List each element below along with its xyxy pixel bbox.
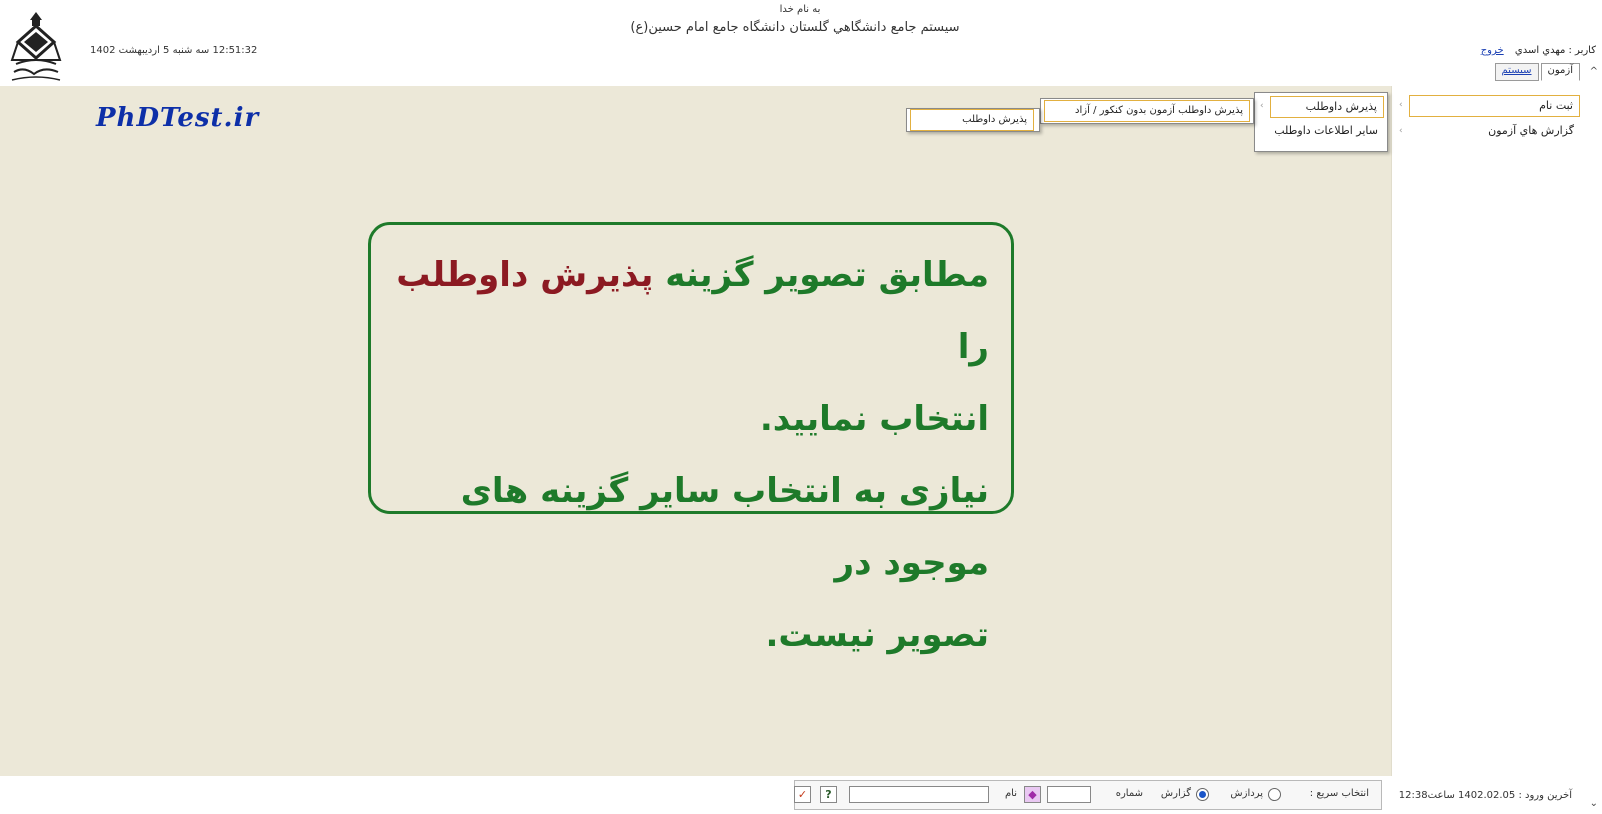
right-menu-panel [1391,86,1585,806]
menu-item-other-candidate-info[interactable]: ساير اطلاعات داوطلب [1260,121,1384,143]
menu-item-candidate-admission[interactable]: پذيرش داوطلب [1270,96,1384,118]
instruction-line-1: مطابق تصویر گزینه پذیرش داوطلب را [396,255,989,367]
logout-link[interactable]: خروج [1481,45,1504,56]
instruction-line-3: نیازی به انتخاب سایر گزینه های موجود در [460,471,989,583]
system-title: سيستم جامع دانشگاهي گلستان دانشگاه جامع … [630,20,960,35]
radio-report-label: گزارش [1160,788,1191,799]
help-icon[interactable]: ? [820,786,837,803]
chevron-down-icon[interactable]: ⌄ [1590,798,1598,809]
lookup-icon[interactable]: ◆ [1024,786,1041,803]
page-header: به نام خدا سيستم جامع دانشگاهي گلستان دا… [0,0,1602,82]
watermark-logo: PhDTest.ir [96,103,260,133]
tab-system[interactable]: سيستم [1494,63,1539,81]
menu-item-exam-reports[interactable]: گزارش هاي آزمون [1409,121,1580,143]
last-login-info: آخرين ورود : 1402.02.05 ساعت12:38 [1398,790,1572,801]
chevron-up-icon[interactable]: ^ [1590,66,1598,77]
quick-select-bar: انتخاب سريع : پردازش گزارش شماره ◆ نام ?… [794,780,1382,810]
chevron-left-icon: ‹ [1399,100,1403,110]
radio-process[interactable] [1268,788,1281,801]
university-logo-icon [6,8,66,86]
instruction-line-4: تصویر نیست. [765,615,990,655]
instruction-callout: مطابق تصویر گزینه پذیرش داوطلب را انتخاب… [368,222,1014,655]
confirm-check-icon[interactable]: ✓ [794,786,811,803]
chevron-left-icon: ‹ [1399,126,1403,136]
name-input[interactable] [849,786,989,803]
number-input[interactable] [1047,786,1091,803]
current-datetime: 12:51:32 سه شنبه 5 ارديبهشت 1402 [90,45,258,56]
number-label: شماره [1115,788,1143,799]
bismillah-text: به نام خدا [779,4,821,15]
radio-report[interactable] [1196,788,1209,801]
quick-select-label: انتخاب سريع : [1309,788,1369,799]
menu-item-admission-no-konkur[interactable]: پذيرش داوطلب آزمون بدون كنكور / آزاد [1044,100,1250,122]
menu-item-registration[interactable]: ثبت نام [1409,95,1580,117]
tab-exam[interactable]: آزمون [1540,63,1580,81]
name-label: نام [1004,788,1017,799]
radio-process-label: پردازش [1230,788,1263,799]
module-tabs: آزمون سيستم [1494,63,1580,81]
instruction-highlight: پذیرش داوطلب [396,255,654,295]
instruction-line-2: انتخاب نمایید. [759,399,989,439]
user-name: كاربر : مهدي اسدي [1514,45,1596,56]
user-info: كاربر : مهدي اسدي خروج [1481,45,1596,56]
chevron-left-icon: ‹ [1260,101,1264,111]
menu-item-candidate-admission-final[interactable]: پذيرش داوطلب [910,109,1034,131]
